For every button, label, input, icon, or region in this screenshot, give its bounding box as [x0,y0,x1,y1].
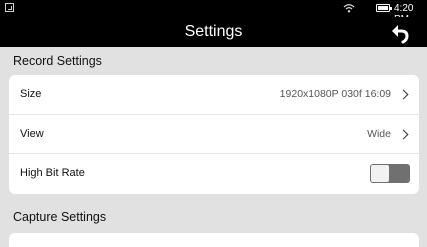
size-label: Size [20,88,42,100]
screenshot-icon [5,3,14,12]
status-bar: 4:20 PM [0,0,427,25]
battery-icon [376,4,392,12]
record-settings-card: Size 1920x1080P 030f 16:09 View Wide Hig… [9,75,419,194]
high-bit-rate-label: High Bit Rate [20,167,85,179]
capture-settings-heading: Capture Settings [13,210,107,224]
view-row[interactable]: View Wide [9,115,419,154]
record-settings-heading: Record Settings [13,54,102,68]
view-value: Wide [367,127,391,140]
high-bit-rate-toggle[interactable] [370,164,410,183]
capture-settings-card [9,233,419,247]
size-row[interactable]: Size 1920x1080P 030f 16:09 [9,75,419,115]
view-label: View [20,127,44,140]
size-value: 1920x1080P 030f 16:09 [279,88,391,100]
wifi-icon [343,4,355,13]
toggle-knob [371,165,389,182]
back-arrow-icon[interactable] [388,20,412,44]
chevron-right-icon [398,89,409,100]
chevron-right-icon [398,129,409,139]
header-bar: Settings [0,17,427,47]
high-bit-rate-row: High Bit Rate [9,154,419,194]
page-title: Settings [184,23,243,40]
